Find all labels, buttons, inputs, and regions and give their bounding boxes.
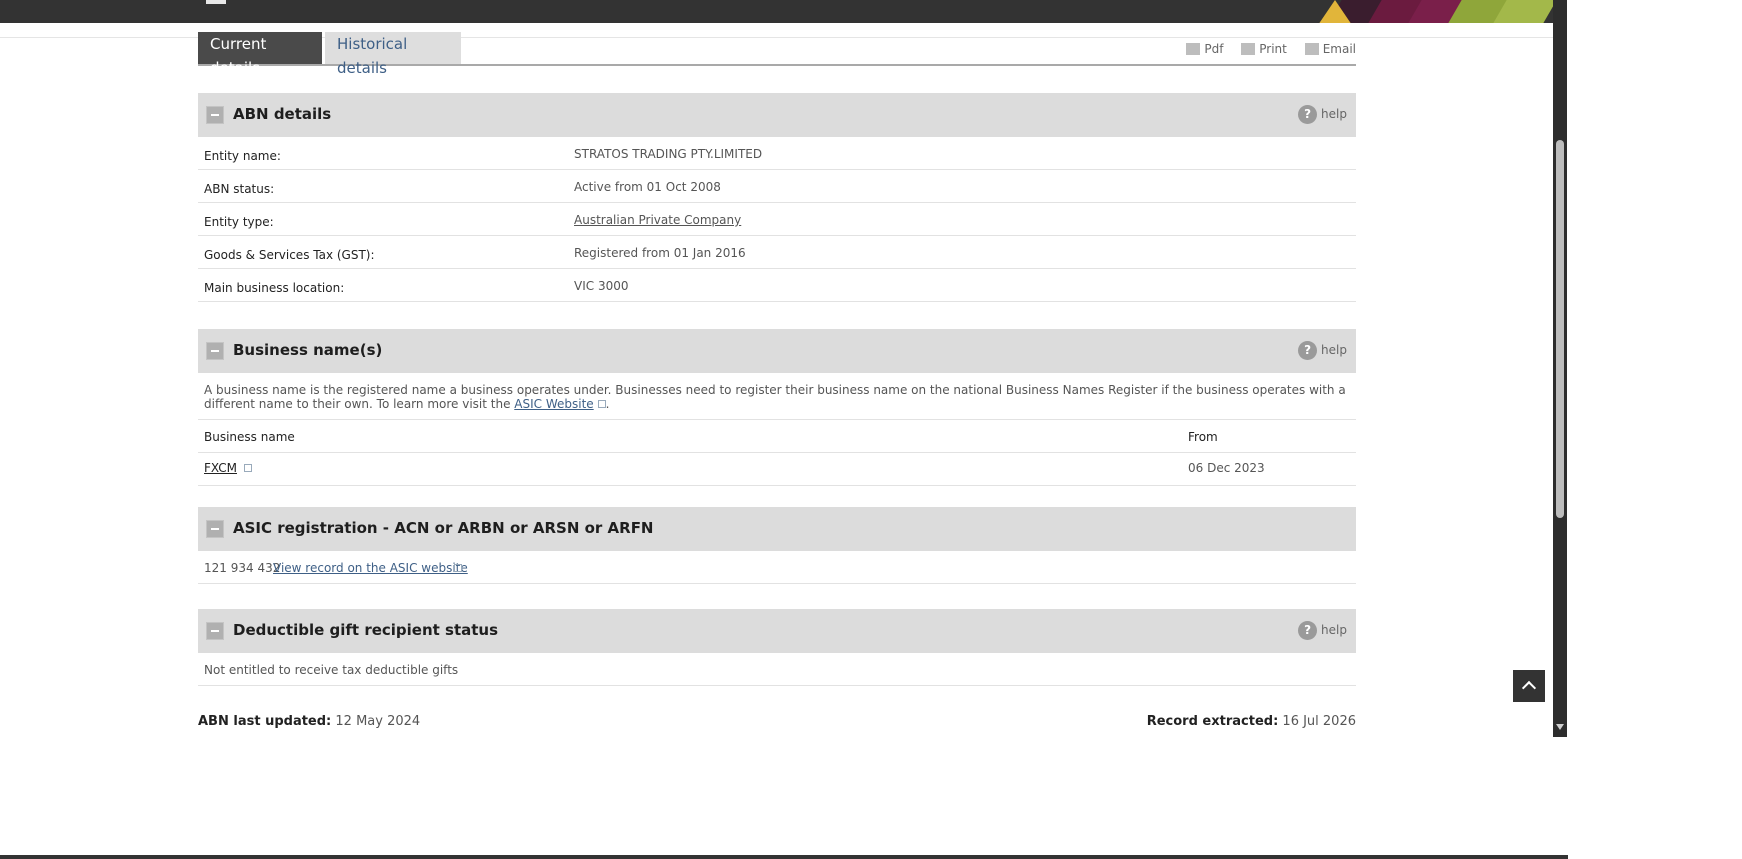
tab-historical-details[interactable]: Historical details xyxy=(325,32,461,77)
help-link[interactable]: ? help xyxy=(1298,341,1347,360)
pdf-button[interactable]: Pdf xyxy=(1186,42,1223,56)
external-link-icon xyxy=(454,564,462,572)
main-business-location-row: Main business location: VIC 3000 xyxy=(198,269,1356,302)
abn-details-section: ABN details ? help Entity name: STRATOS T… xyxy=(198,93,1356,302)
help-label: help xyxy=(1321,107,1347,121)
help-link[interactable]: ? help xyxy=(1298,621,1347,640)
table-row: FXCM 06 Dec 2023 xyxy=(198,453,1356,486)
section-title: Business name(s) xyxy=(233,341,383,359)
row-label: Main business location: xyxy=(204,281,345,295)
extracted-value: 16 Jul 2026 xyxy=(1282,714,1356,729)
row-value: Active from 01 Oct 2008 xyxy=(574,180,721,194)
external-link-icon xyxy=(597,400,606,408)
pdf-icon xyxy=(1186,43,1201,55)
dgr-status-row: Not entitled to receive tax deductible g… xyxy=(198,653,1356,686)
asic-registration-section: ASIC registration - ACN or ARBN or ARSN … xyxy=(198,507,1356,584)
section-title: ASIC registration - ACN or ARBN or ARSN … xyxy=(233,519,654,537)
updated-value: 12 May 2024 xyxy=(335,714,421,729)
section-title: Deductible gift recipient status xyxy=(233,621,499,639)
back-to-top-button[interactable] xyxy=(1513,670,1545,702)
entity-name-row: Entity name: STRATOS TRADING PTY.LIMITED xyxy=(198,137,1356,170)
pdf-label: Pdf xyxy=(1204,42,1224,56)
description-text: A business name is the registered name a… xyxy=(204,383,1346,411)
business-names-table-header: Business name From xyxy=(198,420,1356,453)
main-content: Current details Historical details Pdf P… xyxy=(198,32,1356,686)
updated-label: ABN last updated: xyxy=(198,714,332,729)
section-title: ABN details xyxy=(233,105,332,123)
print-icon xyxy=(1241,43,1256,55)
gst-row: Goods & Services Tax (GST): Registered f… xyxy=(198,236,1356,269)
business-names-section: Business name(s) ? help A business name i… xyxy=(198,329,1356,486)
email-button[interactable]: Email xyxy=(1304,42,1356,56)
row-value: STRATOS TRADING PTY.LIMITED xyxy=(574,147,763,161)
business-name-link[interactable]: FXCM xyxy=(204,461,237,475)
description-suffix: . xyxy=(605,397,610,411)
external-link-icon xyxy=(244,464,252,472)
row-label: Entity type: xyxy=(204,215,274,229)
bottom-edge xyxy=(0,855,1568,859)
email-label: Email xyxy=(1322,42,1356,56)
help-label: help xyxy=(1321,343,1347,357)
column-from: From xyxy=(1188,430,1218,444)
collapse-icon[interactable] xyxy=(206,622,224,640)
section-header: ABN details ? help xyxy=(198,93,1356,137)
abn-last-updated: ABN last updated: 12 May 2024 xyxy=(198,714,420,729)
entity-type-link[interactable]: Australian Private Company xyxy=(574,213,741,227)
scrollbar-thumb[interactable] xyxy=(1556,140,1564,518)
help-label: help xyxy=(1321,623,1347,637)
section-header: Deductible gift recipient status ? help xyxy=(198,609,1356,653)
view-asic-record-link[interactable]: View record on the ASIC website xyxy=(273,561,468,575)
collapse-icon[interactable] xyxy=(206,520,224,538)
business-name-from: 06 Dec 2023 xyxy=(1188,461,1265,475)
export-tools: Pdf Print Email xyxy=(1172,42,1356,56)
home-icon[interactable] xyxy=(206,0,226,4)
row-label: Goods & Services Tax (GST): xyxy=(204,248,375,262)
abn-status-row: ABN status: Active from 01 Oct 2008 xyxy=(198,170,1356,203)
row-label: ABN status: xyxy=(204,182,275,196)
row-label: Entity name: xyxy=(204,149,281,163)
scroll-down-arrow-icon[interactable] xyxy=(1556,724,1564,730)
entity-type-row: Entity type: Australian Private Company xyxy=(198,203,1356,236)
details-tabs: Current details Historical details Pdf P… xyxy=(198,32,1356,77)
record-extracted: Record extracted: 16 Jul 2026 xyxy=(1147,714,1356,729)
row-value: Registered from 01 Jan 2016 xyxy=(574,246,746,260)
top-navigation-bar xyxy=(0,0,1553,23)
logo-triangle xyxy=(1316,0,1354,23)
business-name-description: A business name is the registered name a… xyxy=(198,373,1356,420)
dgr-status-section: Deductible gift recipient status ? help N… xyxy=(198,609,1356,686)
record-footer: ABN last updated: 12 May 2024 Record ext… xyxy=(198,714,1356,729)
help-icon: ? xyxy=(1298,621,1318,640)
asic-website-link[interactable]: ASIC Website xyxy=(514,397,593,411)
section-header: ASIC registration - ACN or ARBN or ARSN … xyxy=(198,507,1356,551)
dgr-status-text: Not entitled to receive tax deductible g… xyxy=(204,663,459,677)
collapse-icon[interactable] xyxy=(206,342,224,360)
help-icon: ? xyxy=(1298,105,1318,124)
section-header: Business name(s) ? help xyxy=(198,329,1356,373)
print-button[interactable]: Print xyxy=(1241,42,1287,56)
row-value: VIC 3000 xyxy=(574,279,629,293)
extracted-label: Record extracted: xyxy=(1146,714,1279,729)
help-icon: ? xyxy=(1298,341,1318,360)
asic-number-row: 121 934 432 View record on the ASIC webs… xyxy=(198,551,1356,584)
collapse-icon[interactable] xyxy=(206,106,224,124)
help-link[interactable]: ? help xyxy=(1298,105,1347,124)
tab-current-details[interactable]: Current details xyxy=(198,32,322,77)
column-business-name: Business name xyxy=(204,430,295,444)
email-icon xyxy=(1304,43,1319,55)
print-label: Print xyxy=(1259,42,1287,56)
acn-number: 121 934 432 xyxy=(204,561,281,575)
